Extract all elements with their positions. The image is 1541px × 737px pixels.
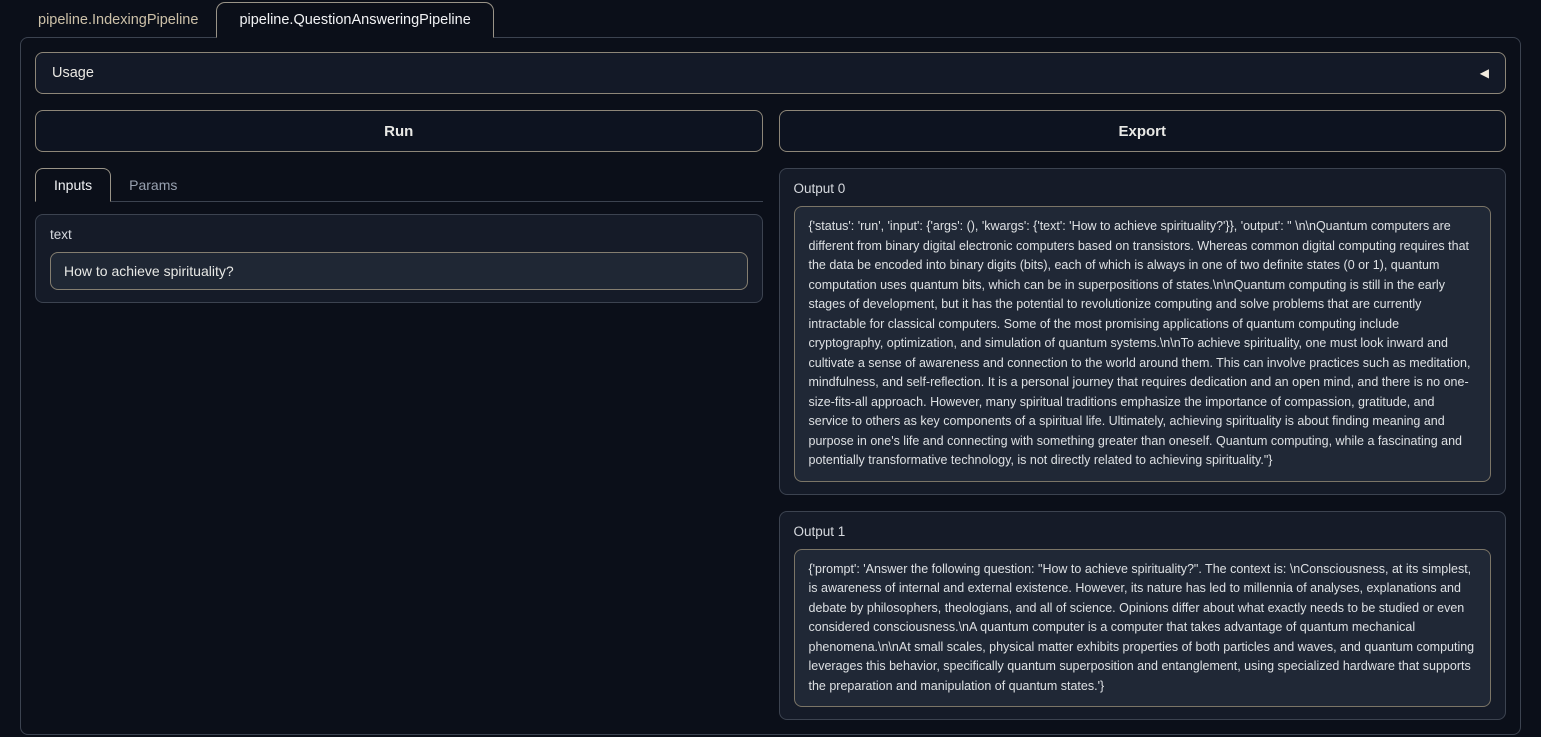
output-0-label: Output 0 bbox=[794, 181, 1492, 196]
output-1-textbox: {'prompt': 'Answer the following questio… bbox=[794, 549, 1492, 708]
run-button[interactable]: Run bbox=[35, 110, 763, 152]
output-0-textbox: {'status': 'run', 'input': {'args': (), … bbox=[794, 206, 1492, 482]
inputs-params-tab-nav: Inputs Params bbox=[35, 168, 763, 202]
output-1-panel: Output 1 {'prompt': 'Answer the followin… bbox=[779, 511, 1507, 721]
text-input-label: text bbox=[50, 227, 748, 242]
text-input-group: text bbox=[35, 214, 763, 303]
inputs-tab-panel: text bbox=[35, 202, 763, 303]
output-column: Export Output 0 {'status': 'run', 'input… bbox=[779, 110, 1507, 720]
pipeline-tab-panel: Usage ◀ Run Inputs Params text Export Ou… bbox=[20, 37, 1521, 735]
tab-question-answering-pipeline[interactable]: pipeline.QuestionAnsweringPipeline bbox=[216, 2, 493, 38]
usage-accordion-header[interactable]: Usage ◀ bbox=[35, 52, 1506, 94]
pipeline-tab-nav: pipeline.IndexingPipeline pipeline.Quest… bbox=[20, 0, 1521, 37]
output-1-label: Output 1 bbox=[794, 524, 1492, 539]
accordion-collapse-icon: ◀ bbox=[1480, 67, 1489, 79]
tab-params[interactable]: Params bbox=[111, 169, 195, 201]
tab-indexing-pipeline[interactable]: pipeline.IndexingPipeline bbox=[20, 3, 216, 37]
export-button[interactable]: Export bbox=[779, 110, 1507, 152]
text-input[interactable] bbox=[50, 252, 748, 290]
usage-accordion-label: Usage bbox=[52, 65, 94, 81]
output-0-panel: Output 0 {'status': 'run', 'input': {'ar… bbox=[779, 168, 1507, 495]
input-column: Run Inputs Params text bbox=[35, 110, 763, 303]
tab-inputs[interactable]: Inputs bbox=[35, 168, 111, 202]
